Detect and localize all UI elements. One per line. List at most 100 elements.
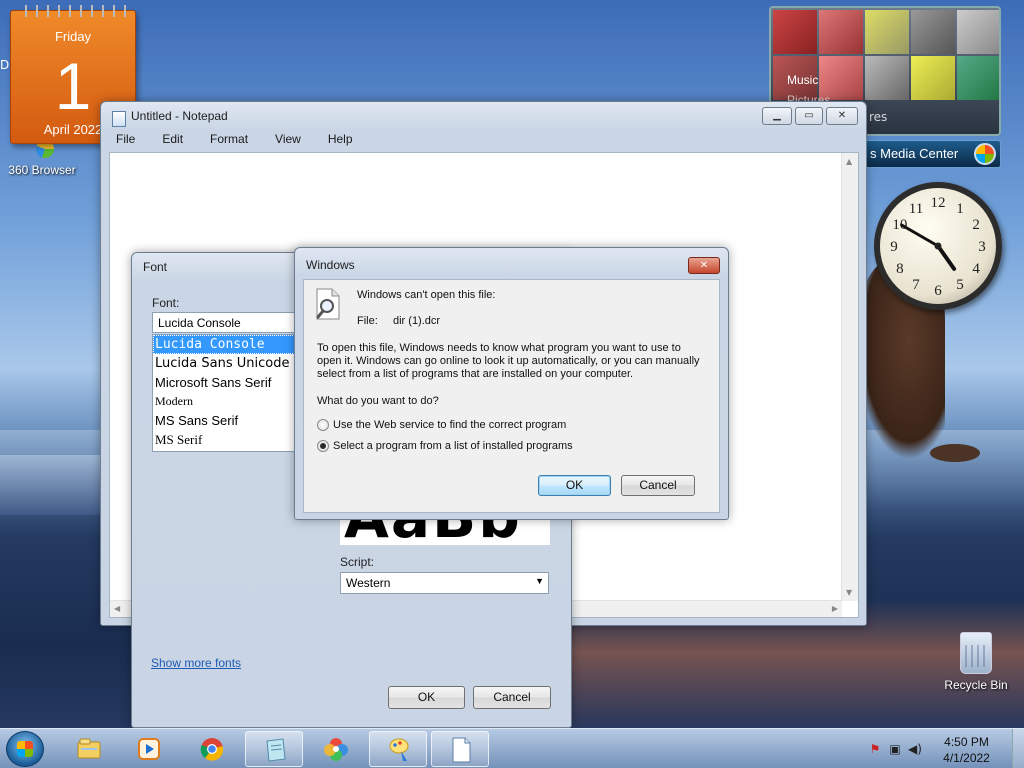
- taskbar-item-chrome[interactable]: [183, 731, 241, 767]
- photo-app-icon: [324, 738, 348, 761]
- minimize-button[interactable]: ▁: [762, 107, 792, 125]
- clock-number: 2: [972, 217, 980, 233]
- font-cancel-button[interactable]: Cancel: [473, 686, 551, 709]
- recycle-bin-icon: [960, 632, 992, 674]
- tray-date: 4/1/2022: [943, 751, 990, 765]
- menu-edit[interactable]: Edit: [162, 132, 183, 146]
- wallpaper-ocean: [0, 455, 100, 515]
- network-icon[interactable]: ▣: [888, 742, 902, 756]
- font-dialog-title: Font: [143, 260, 168, 274]
- taskbar: ⚑ ▣ ◀) 4:50 PM 4/1/2022: [0, 728, 1024, 768]
- start-button[interactable]: [6, 731, 44, 767]
- desktop-icon-360-browser[interactable]: 360 Browser: [2, 140, 82, 177]
- maximize-button[interactable]: ▭: [795, 107, 823, 125]
- radio-web-service[interactable]: [317, 419, 329, 431]
- taskbar-item-photo-app[interactable]: [307, 731, 365, 767]
- close-button[interactable]: ✕: [826, 107, 858, 125]
- menu-help[interactable]: Help: [328, 132, 353, 146]
- desktop-icon-label: Recycle Bin: [944, 678, 1008, 692]
- clock-number: 8: [896, 261, 904, 277]
- description-line: To open this file, Windows needs to know…: [317, 342, 681, 354]
- notepad-titlebar[interactable]: Untitled - Notepad ▁ ▭ ✕: [101, 102, 866, 130]
- menu-view[interactable]: View: [275, 132, 301, 146]
- windows-orb-icon: [974, 143, 996, 165]
- script-label: Script:: [340, 555, 375, 569]
- notepad-menubar: File Edit Format View Help: [109, 132, 858, 150]
- clock-number: 7: [912, 277, 920, 293]
- tray-clock[interactable]: 4:50 PM 4/1/2022: [929, 734, 1004, 766]
- media-menu-partial: res: [869, 110, 888, 124]
- clock-number: 10: [892, 217, 907, 233]
- document-icon: [452, 737, 471, 763]
- taskbar-item-document[interactable]: [431, 731, 489, 767]
- media-player-icon: [138, 738, 160, 760]
- clock-hour-hand: [936, 244, 957, 271]
- font-label: Font:: [152, 296, 180, 310]
- taskbar-item-media-player[interactable]: [120, 731, 178, 767]
- open-with-body: Windows can't open this file: File: dir …: [303, 279, 720, 513]
- clock-number: 1: [956, 201, 964, 217]
- taskbar-item-paint[interactable]: [369, 731, 427, 767]
- script-dropdown[interactable]: Western ▼: [340, 572, 549, 594]
- script-dropdown-value: Western: [346, 576, 391, 590]
- scroll-right-arrow-icon[interactable]: ▶: [832, 604, 838, 613]
- open-with-cancel-button[interactable]: Cancel: [621, 475, 695, 496]
- system-tray: ⚑ ▣ ◀) 4:50 PM 4/1/2022: [854, 729, 1024, 768]
- radio-installed-programs[interactable]: [317, 440, 329, 452]
- taskbar-item-notepad[interactable]: [245, 731, 303, 767]
- description-line: open it. Windows can go online to look i…: [317, 355, 700, 367]
- notepad-title: Untitled - Notepad: [131, 109, 228, 123]
- clock-number: 12: [931, 195, 946, 211]
- clock-number: 11: [909, 201, 923, 217]
- show-desktop-button[interactable]: [1012, 729, 1024, 768]
- desktop-icon-label: 360 Browser: [8, 163, 76, 177]
- close-button[interactable]: ✕: [688, 257, 720, 274]
- file-search-icon: [316, 288, 340, 320]
- clock-center: [934, 242, 942, 250]
- scroll-up-arrow-icon[interactable]: ▲: [846, 157, 852, 166]
- clock-number: 5: [956, 277, 964, 293]
- scroll-left-arrow-icon[interactable]: ◀: [114, 604, 120, 613]
- clock-gadget[interactable]: 12 1 2 3 4 5 6 7 8 9 10 11: [874, 182, 1002, 310]
- taskbar-item-explorer[interactable]: [60, 731, 118, 767]
- chrome-icon: [200, 738, 224, 761]
- open-with-heading: Windows can't open this file:: [357, 289, 496, 301]
- clock-number: 4: [972, 261, 980, 277]
- windows-logo-icon: [17, 741, 33, 757]
- scroll-down-arrow-icon[interactable]: ▼: [846, 588, 852, 597]
- desktop-icon-recycle-bin[interactable]: Recycle Bin: [940, 632, 1012, 692]
- radio-installed-programs-label[interactable]: Select a program from a list of installe…: [333, 440, 573, 453]
- paint-icon: [389, 738, 409, 761]
- media-center-title-bar[interactable]: s Media Center: [865, 140, 1001, 168]
- clock-minute-hand: [900, 223, 940, 248]
- open-with-ok-button[interactable]: OK: [538, 475, 611, 496]
- open-with-dialog[interactable]: Windows ✕ Windows can't open this file: …: [294, 247, 729, 520]
- clock-number: 9: [890, 239, 898, 255]
- question-text: What do you want to do?: [317, 395, 439, 407]
- volume-icon[interactable]: ◀): [908, 742, 922, 756]
- vertical-scrollbar[interactable]: ▲ ▼: [841, 153, 858, 601]
- open-with-titlebar[interactable]: Windows ✕: [295, 248, 728, 276]
- wallpaper-rock: [930, 444, 980, 462]
- menu-format[interactable]: Format: [210, 132, 248, 146]
- font-ok-button[interactable]: OK: [388, 686, 465, 709]
- media-menu-music[interactable]: Music: [787, 70, 830, 90]
- tray-time: 4:50 PM: [944, 735, 989, 749]
- description-line: select from a list of programs that are …: [317, 368, 634, 380]
- radio-web-service-label[interactable]: Use the Web service to find the correct …: [333, 419, 566, 432]
- menu-file[interactable]: File: [116, 132, 135, 146]
- notepad-icon: [266, 738, 286, 762]
- clock-face: 12 12 3 45678 9 1011: [890, 195, 986, 299]
- action-center-flag-icon[interactable]: ⚑: [868, 742, 882, 756]
- notepad-app-icon: [112, 111, 126, 127]
- clock-number: 3: [978, 239, 986, 255]
- clock-number: 6: [934, 283, 942, 299]
- explorer-icon: [77, 738, 101, 759]
- file-label: File:: [357, 315, 378, 327]
- calendar-weekday: Friday: [54, 29, 92, 44]
- open-with-title: Windows: [306, 258, 355, 272]
- file-name: dir (1).dcr: [393, 315, 441, 327]
- chevron-down-icon: ▼: [535, 576, 544, 586]
- media-center-title: s Media Center: [870, 146, 959, 161]
- show-more-fonts-link[interactable]: Show more fonts: [151, 656, 241, 670]
